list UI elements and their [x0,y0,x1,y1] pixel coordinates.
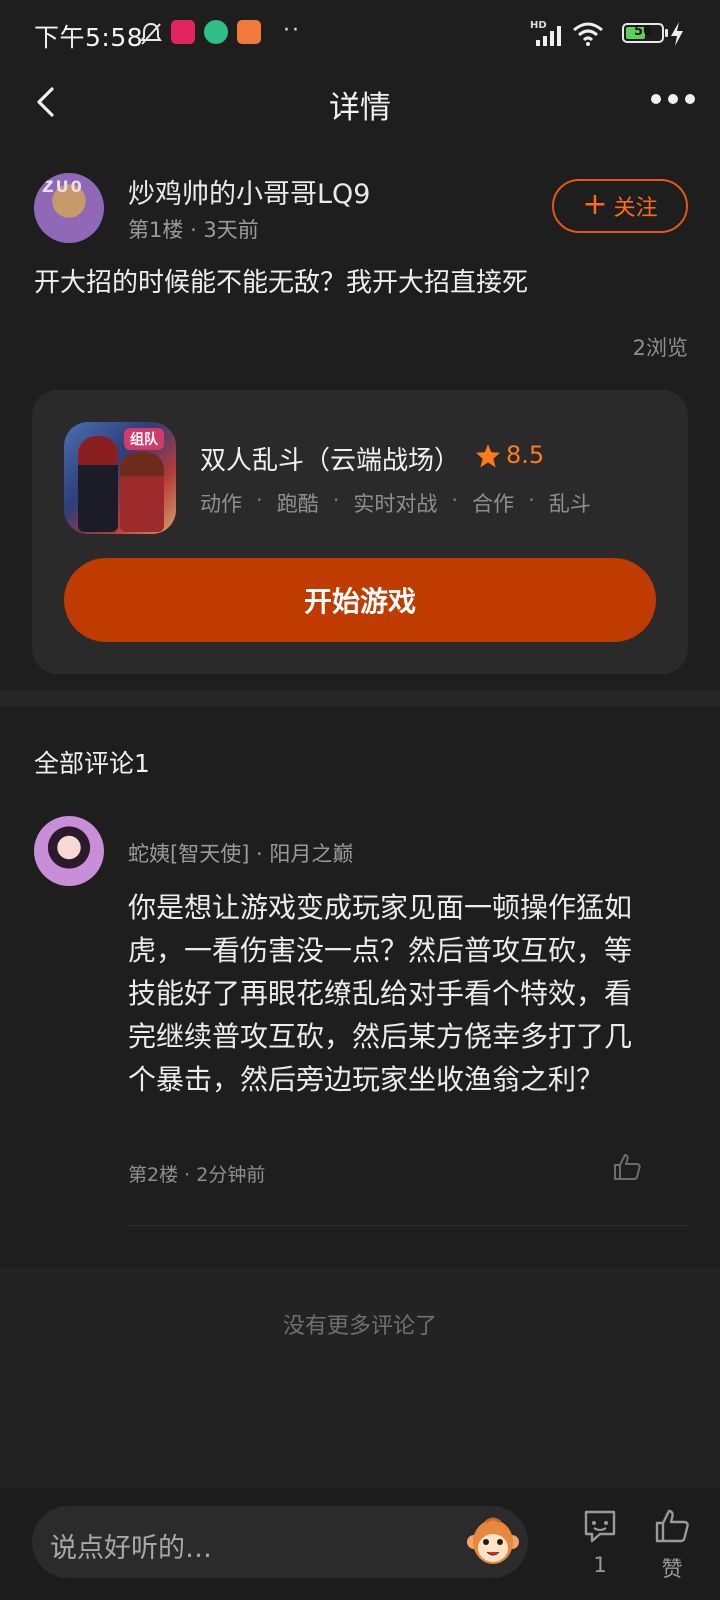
comment-body: 你是想让游戏变成玩家见面一顿操作猛如虎，一看伤害没一点？然后普攻互砍，等技能好了… [128,891,633,1096]
no-more-comments: 没有更多评论了 [282,1314,437,1339]
game-tag: 跑酷 [276,492,319,516]
comment-time: 2分钟前 [196,1164,266,1186]
monkey-mascot-icon[interactable] [466,1516,520,1568]
author-name[interactable]: 炒鸡帅的小哥哥LQ9 [128,172,370,211]
comment-input-placeholder: 说点好听的… [50,1533,212,1564]
plus-icon: + [582,186,608,222]
meta-separator: · [190,218,204,242]
status-time: 下午5:58 [34,23,144,52]
start-game-button[interactable]: 开始游戏 [64,558,656,642]
post-meta: 第1楼 · 3天前 [128,214,259,244]
game-art-character [120,452,164,532]
post-floor: 第1楼 [128,218,184,242]
battery-percent: 56 [633,24,653,39]
charging-icon [671,22,683,46]
comment-separator [128,1225,688,1226]
follow-button[interactable]: + 关注 [552,179,688,233]
tag-separator: · [256,488,263,512]
comment-icon[interactable] [582,1508,618,1544]
comment-floor: 第2楼 [128,1164,179,1186]
signal-icon [536,26,561,46]
comment-count: 1 [593,1553,607,1577]
battery-tip [665,29,668,37]
tag-separator: · [451,488,459,512]
section-divider [0,690,720,706]
view-count: 2浏览 [632,336,688,360]
app-notification-icon [204,20,228,44]
meta-separator: · [184,1164,197,1186]
bell-mute-icon [140,22,162,45]
game-tag: 实时对战 [353,492,438,516]
game-tags: 动作 · 跑酷 · 实时对战 · 合作 · 乱斗 [200,488,591,518]
game-icon-badge: 组队 [124,428,164,450]
like-label: 赞 [661,1557,683,1581]
game-tag: 动作 [200,492,242,516]
tag-separator: · [528,488,535,512]
game-tag: 乱斗 [548,492,591,516]
post-time: 3天前 [203,218,259,242]
thumbs-up-icon[interactable] [612,1152,642,1182]
status-bar: 下午5:58 ·· HD 56 [0,0,720,70]
comments-title: 全部评论1 [34,749,150,778]
game-rating: 8.5 [506,441,545,469]
game-tag: 合作 [472,492,515,516]
more-notifications-icon: ·· [283,18,301,43]
star-icon [476,444,500,468]
follow-label: 关注 [613,196,658,221]
app-notification-icon [237,20,261,44]
app-notification-icon [171,20,195,44]
thumbs-up-icon[interactable] [654,1508,690,1544]
comment-meta: 第2楼 · 2分钟前 [128,1160,265,1187]
more-options-icon[interactable] [650,92,696,106]
no-more-section [0,1268,720,1488]
commenter-avatar[interactable] [34,816,104,886]
tag-separator: · [332,488,340,512]
battery-icon: 56 [622,23,664,43]
post-content: 开大招的时候能不能无敌？我开大招直接死 [34,268,529,298]
game-title[interactable]: 双人乱斗（云端战场） [200,440,460,477]
game-art-character [78,436,118,532]
page-title: 详情 [329,90,391,126]
author-avatar[interactable]: ZU0 [34,173,104,243]
avatar-decoration: ZU0 [42,177,84,196]
wifi-icon [573,22,603,46]
commenter-name[interactable]: 蛇姨[智天使] · 阳月之巅 [128,838,353,868]
game-icon[interactable]: 组队 [64,422,176,534]
